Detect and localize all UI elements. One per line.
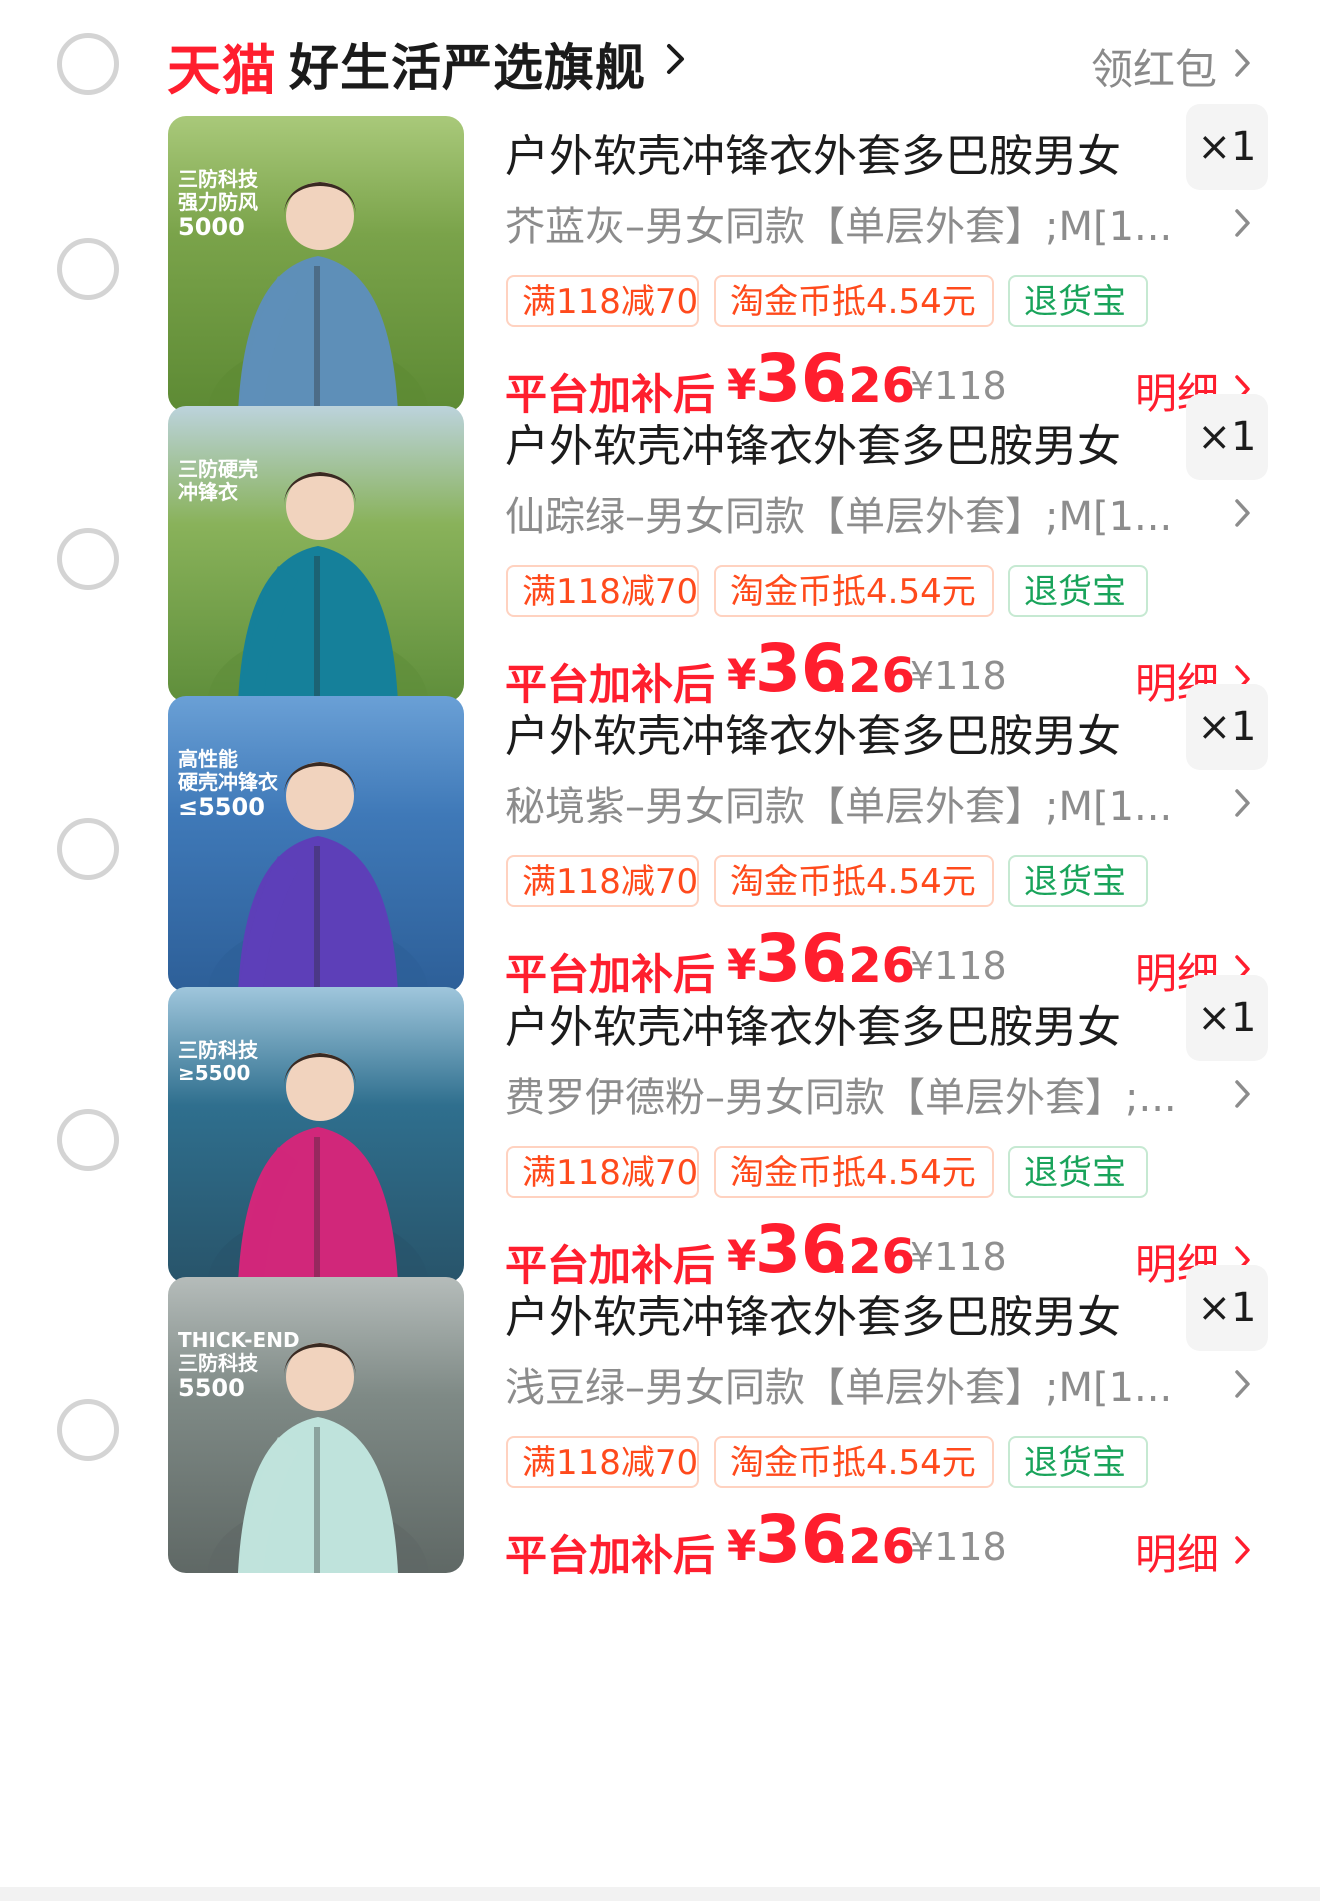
price-decimal: .26: [830, 938, 916, 994]
item-select-radio[interactable]: [57, 818, 119, 880]
currency-symbol: ¥: [727, 1231, 757, 1280]
original-price: ¥118: [910, 1525, 1007, 1569]
chevron-right-icon: [1235, 209, 1250, 237]
product-image-caption: THICK-END 三防科技 5500: [178, 1328, 300, 1402]
coupon-link[interactable]: 领红包: [1091, 36, 1217, 97]
chevron-right-icon: [1235, 49, 1250, 77]
price-decimal: .26: [830, 1519, 916, 1575]
product-image[interactable]: 三防科技 ≥5500: [168, 987, 464, 1283]
coin-deduction-tag: 淘金币抵4.54元: [714, 855, 994, 907]
original-price: ¥118: [910, 944, 1007, 988]
product-photo-figure: [208, 472, 428, 702]
cart-item: THICK-END 三防科技 5500 户外软壳冲锋衣外套多巴胺男女 ×1 浅豆…: [0, 1265, 1320, 1629]
sku-selector[interactable]: 费罗伊德粉–男女同款【单层外套】;...: [505, 1065, 1177, 1123]
product-title[interactable]: 户外软壳冲锋衣外套多巴胺男女: [505, 120, 1121, 184]
product-image[interactable]: 三防科技 强力防风 5000: [168, 116, 464, 412]
product-photo-figure: [208, 1343, 428, 1573]
currency-symbol: ¥: [727, 940, 757, 989]
product-image-caption: 三防硬壳 冲锋衣: [178, 457, 258, 504]
quantity-selector[interactable]: ×1: [1186, 104, 1268, 190]
price-label: 平台加补后: [505, 1531, 716, 1580]
product-title[interactable]: 户外软壳冲锋衣外套多巴胺男女: [505, 700, 1121, 764]
bottom-divider: [0, 1887, 1320, 1901]
coin-deduction-tag: 淘金币抵4.54元: [714, 1436, 994, 1488]
product-photo-figure: [208, 1053, 428, 1283]
chevron-right-icon: [1235, 499, 1250, 527]
original-price: ¥118: [910, 654, 1007, 698]
sku-selector[interactable]: 仙踪绿–男女同款【单层外套】;M[1...: [505, 484, 1172, 542]
chevron-right-icon: [667, 44, 684, 74]
tmall-brand-logo: 天猫: [167, 39, 277, 102]
store-name-link[interactable]: 好生活严选旗舰: [289, 28, 646, 100]
item-select-radio[interactable]: [57, 238, 119, 300]
store-header: 天猫 好生活严选旗舰 领红包: [0, 0, 1320, 130]
sku-selector[interactable]: 浅豆绿–男女同款【单层外套】;M[1...: [505, 1355, 1172, 1413]
currency-symbol: ¥: [727, 650, 757, 699]
chevron-right-icon: [1235, 1370, 1250, 1398]
product-image-caption: 三防科技 强力防风 5000: [178, 167, 258, 241]
sku-selector[interactable]: 秘境紫–男女同款【单层外套】;M[1...: [505, 774, 1172, 832]
original-price: ¥118: [910, 364, 1007, 408]
currency-symbol: ¥: [727, 1521, 757, 1570]
coin-deduction-tag: 淘金币抵4.54元: [714, 275, 994, 327]
quantity-selector[interactable]: ×1: [1186, 684, 1268, 770]
return-insurance-tag: 退货宝: [1008, 1436, 1148, 1488]
chevron-right-icon: [1235, 789, 1250, 817]
item-select-radio[interactable]: [57, 1399, 119, 1461]
product-image-caption: 三防科技 ≥5500: [178, 1038, 258, 1085]
chevron-right-icon: [1235, 1080, 1250, 1108]
product-title[interactable]: 户外软壳冲锋衣外套多巴胺男女: [505, 1281, 1121, 1345]
quantity-selector[interactable]: ×1: [1186, 975, 1268, 1061]
item-select-radio[interactable]: [57, 1109, 119, 1171]
price-detail-link[interactable]: 明细: [1135, 1521, 1219, 1582]
product-image[interactable]: 三防硬壳 冲锋衣: [168, 406, 464, 702]
discount-tag: 满118减70: [506, 1436, 699, 1488]
product-image[interactable]: 高性能 硬壳冲锋衣 ≤5500: [168, 696, 464, 992]
store-select-radio[interactable]: [57, 33, 119, 95]
product-title[interactable]: 户外软壳冲锋衣外套多巴胺男女: [505, 991, 1121, 1055]
sku-selector[interactable]: 芥蓝灰–男女同款【单层外套】;M[1...: [505, 194, 1172, 252]
original-price: ¥118: [910, 1235, 1007, 1279]
chevron-right-icon: [1235, 1536, 1250, 1564]
product-image-caption: 高性能 硬壳冲锋衣 ≤5500: [178, 747, 278, 821]
return-insurance-tag: 退货宝: [1008, 1146, 1148, 1198]
coin-deduction-tag: 淘金币抵4.54元: [714, 565, 994, 617]
discount-tag: 满118减70: [506, 275, 699, 327]
coin-deduction-tag: 淘金币抵4.54元: [714, 1146, 994, 1198]
discount-tag: 满118减70: [506, 1146, 699, 1198]
currency-symbol: ¥: [727, 360, 757, 409]
product-photo-figure: [208, 762, 428, 992]
return-insurance-tag: 退货宝: [1008, 565, 1148, 617]
quantity-selector[interactable]: ×1: [1186, 394, 1268, 480]
discount-tag: 满118减70: [506, 855, 699, 907]
quantity-selector[interactable]: ×1: [1186, 1265, 1268, 1351]
discount-tag: 满118减70: [506, 565, 699, 617]
return-insurance-tag: 退货宝: [1008, 855, 1148, 907]
product-title[interactable]: 户外软壳冲锋衣外套多巴胺男女: [505, 410, 1121, 474]
product-photo-figure: [208, 182, 428, 412]
product-image[interactable]: THICK-END 三防科技 5500: [168, 1277, 464, 1573]
return-insurance-tag: 退货宝: [1008, 275, 1148, 327]
item-select-radio[interactable]: [57, 528, 119, 590]
